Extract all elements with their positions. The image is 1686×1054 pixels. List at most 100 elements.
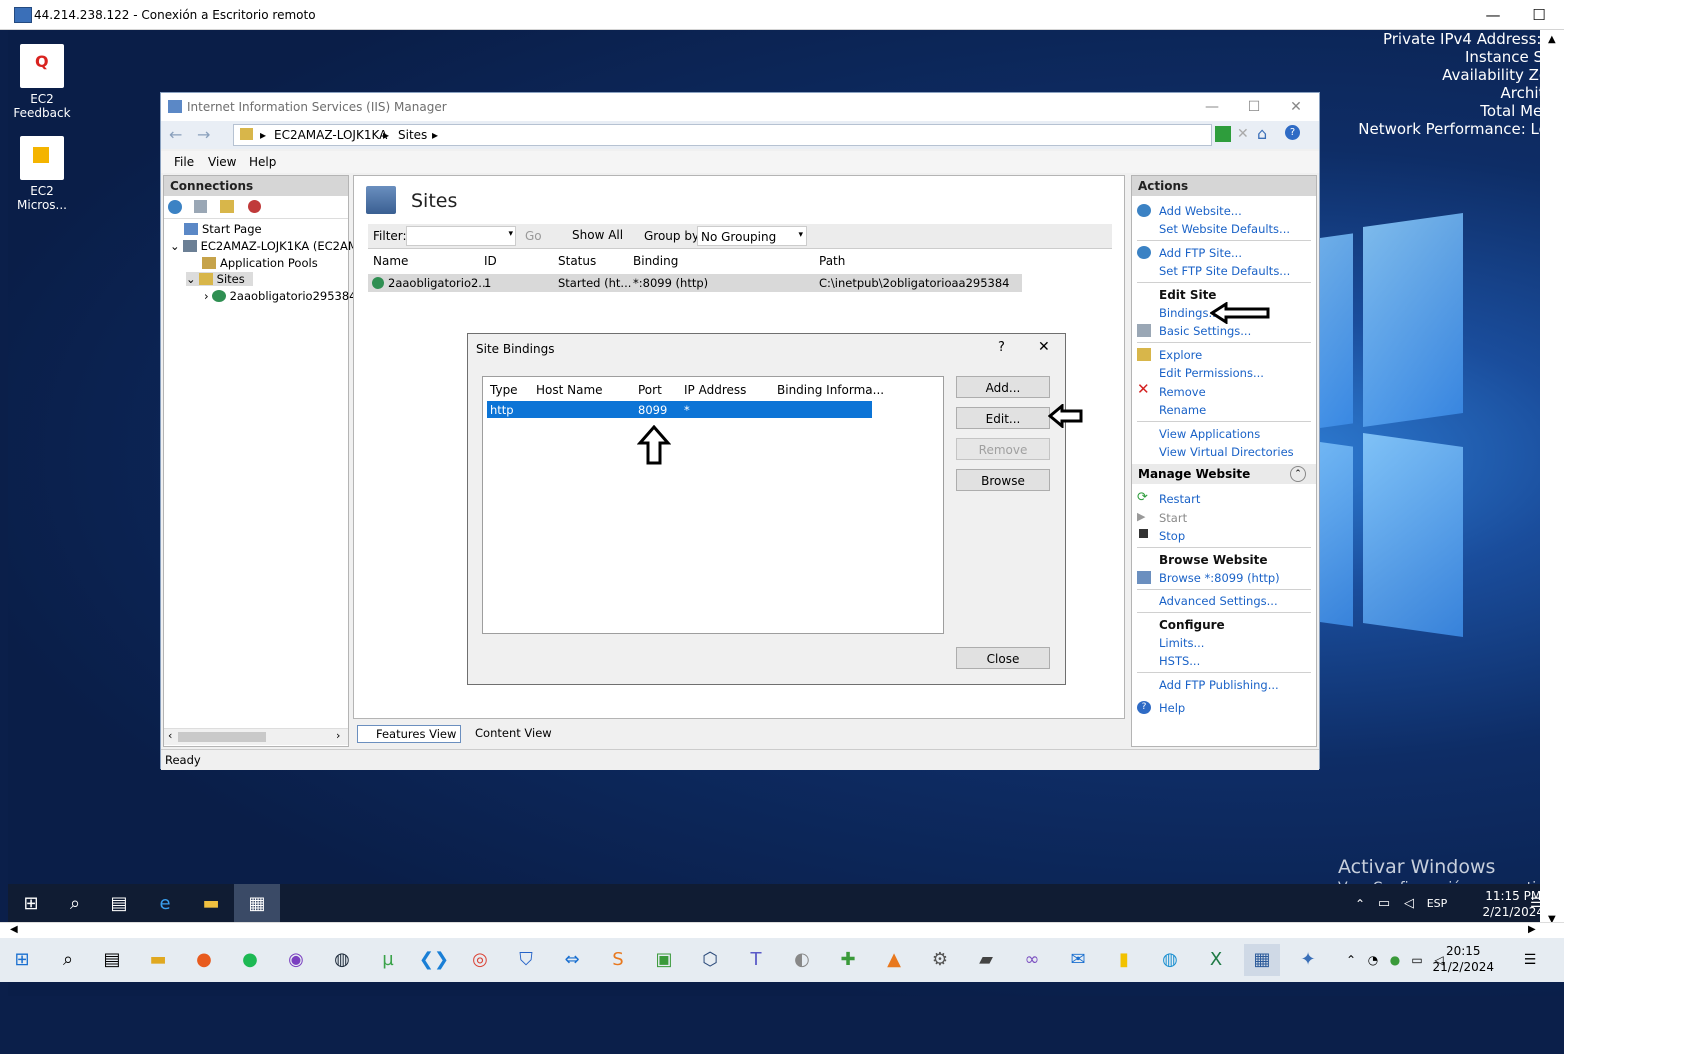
- edge-icon[interactable]: ◍: [1152, 944, 1188, 976]
- file-explorer-icon[interactable]: ▬: [188, 884, 234, 924]
- tray-app-icon[interactable]: ◔: [1364, 944, 1382, 976]
- sublime-icon[interactable]: S: [600, 944, 636, 976]
- chevron-down-icon[interactable]: ⌄: [186, 272, 196, 286]
- language-indicator[interactable]: ESP: [1422, 884, 1452, 924]
- browser-icon[interactable]: ◐: [784, 944, 820, 976]
- menu-file[interactable]: File: [174, 155, 194, 169]
- back-arrow-icon[interactable]: ←: [169, 125, 182, 144]
- action-view-applications[interactable]: View Applications: [1159, 427, 1260, 441]
- excel-icon[interactable]: X: [1198, 944, 1234, 976]
- remove-binding-button[interactable]: Remove: [956, 438, 1050, 460]
- go-button[interactable]: Go: [525, 229, 542, 243]
- sticky-notes-icon[interactable]: ▮: [1106, 944, 1142, 976]
- internet-explorer-icon[interactable]: e: [142, 884, 188, 924]
- gear-icon[interactable]: ⚙: [922, 944, 958, 976]
- shield-icon[interactable]: ⛉: [508, 944, 544, 976]
- disconnect-icon[interactable]: [248, 200, 261, 213]
- stop-icon[interactable]: ✕: [1237, 126, 1249, 142]
- tree-site[interactable]: › 2aaobligatorio295384: [204, 289, 357, 303]
- rdp-maximize-button[interactable]: ☐: [1516, 0, 1562, 30]
- scroll-left-icon[interactable]: ◀: [10, 924, 18, 935]
- app-icon[interactable]: ▲: [876, 944, 912, 976]
- refresh-icon[interactable]: [1215, 126, 1231, 142]
- action-set-website-defaults[interactable]: Set Website Defaults...: [1159, 222, 1290, 236]
- desktop-icon-ec2-feedback[interactable]: Q EC2 Feedback: [12, 44, 72, 120]
- up-folder-icon[interactable]: [220, 200, 234, 213]
- chrome-icon[interactable]: ◎: [462, 944, 498, 976]
- action-add-ftp-site[interactable]: Add FTP Site...: [1159, 246, 1242, 260]
- rdp-minimize-button[interactable]: —: [1470, 0, 1516, 30]
- iis-manager-taskbar-icon[interactable]: ▦: [234, 884, 280, 924]
- action-start[interactable]: Start: [1159, 511, 1187, 525]
- tray-app-icon[interactable]: ●: [1386, 944, 1404, 976]
- col-binding[interactable]: Binding: [633, 254, 678, 268]
- browse-binding-button[interactable]: Browse: [956, 469, 1050, 491]
- filter-input[interactable]: ▾: [406, 226, 516, 246]
- show-all-button[interactable]: Show All: [572, 228, 623, 242]
- task-view-icon[interactable]: ▤: [96, 884, 142, 924]
- chevron-down-icon[interactable]: ⌄: [170, 239, 180, 253]
- iis-maximize-button[interactable]: ☐: [1233, 93, 1275, 121]
- breadcrumb-sites[interactable]: Sites: [398, 128, 427, 142]
- start-button[interactable]: ⊞: [4, 944, 40, 976]
- tree-application-pools[interactable]: Application Pools: [202, 256, 318, 270]
- action-add-website[interactable]: Add Website...: [1159, 204, 1242, 218]
- col-path[interactable]: Path: [819, 254, 845, 268]
- features-view-tab[interactable]: Features View: [357, 725, 462, 743]
- save-icon[interactable]: [194, 200, 207, 213]
- col-name[interactable]: Name: [373, 254, 408, 268]
- col-type[interactable]: Type: [490, 383, 518, 397]
- action-hsts[interactable]: HSTS...: [1159, 654, 1200, 668]
- action-view-virtual-directories[interactable]: View Virtual Directories: [1159, 445, 1294, 459]
- mail-icon[interactable]: ✉: [1060, 944, 1096, 976]
- scroll-right-icon[interactable]: ▶: [1528, 924, 1536, 935]
- tree-server[interactable]: ⌄ EC2AMAZ-LOJK1KA (EC2AMA: [170, 239, 366, 253]
- obs-icon[interactable]: ◉: [278, 944, 314, 976]
- help-icon[interactable]: ?: [1285, 125, 1300, 140]
- action-rename[interactable]: Rename: [1159, 403, 1206, 417]
- action-restart[interactable]: Restart: [1159, 492, 1200, 506]
- action-set-ftp-defaults[interactable]: Set FTP Site Defaults...: [1159, 264, 1290, 278]
- scroll-up-icon[interactable]: ▲: [1548, 34, 1556, 45]
- virtualbox-icon[interactable]: ⬡: [692, 944, 728, 976]
- action-help[interactable]: Help: [1159, 701, 1185, 715]
- action-edit-permissions[interactable]: Edit Permissions...: [1159, 366, 1264, 380]
- scroll-thumb[interactable]: [178, 732, 266, 742]
- spotify-icon[interactable]: ●: [232, 944, 268, 976]
- action-advanced-settings[interactable]: Advanced Settings...: [1159, 594, 1278, 608]
- search-icon[interactable]: ⌕: [52, 884, 98, 924]
- tray-chevron-icon[interactable]: ⌃: [1350, 884, 1370, 924]
- iis-minimize-button[interactable]: —: [1191, 93, 1233, 121]
- action-browse-http[interactable]: Browse *:8099 (http): [1159, 571, 1280, 585]
- vscode-icon[interactable]: ❮❯: [416, 944, 452, 976]
- table-row[interactable]: 2aaobligatorio2... 1 Started (ht... *:80…: [368, 274, 1022, 292]
- notepad-plus-icon[interactable]: ▣: [646, 944, 682, 976]
- forward-arrow-icon[interactable]: →: [197, 125, 210, 144]
- action-limits[interactable]: Limits...: [1159, 636, 1204, 650]
- menu-help[interactable]: Help: [249, 155, 276, 169]
- col-binding-info[interactable]: Binding Informa...: [777, 383, 884, 397]
- visual-studio-icon[interactable]: ∞: [1014, 944, 1050, 976]
- action-stop[interactable]: Stop: [1159, 529, 1185, 543]
- binding-row[interactable]: http 8099 *: [487, 401, 872, 418]
- col-id[interactable]: ID: [484, 254, 497, 268]
- start-button[interactable]: ⊞: [8, 884, 54, 924]
- desktop-icon-ec2-microsoft[interactable]: EC2 Micros...: [12, 136, 72, 212]
- local-clock[interactable]: 20:15 21/2/2024: [1432, 943, 1494, 975]
- home-icon[interactable]: ⌂: [1257, 124, 1267, 143]
- dialog-help-button[interactable]: ?: [998, 340, 1005, 355]
- col-status[interactable]: Status: [558, 254, 596, 268]
- rdp-hscrollbar[interactable]: ◀ ▶: [0, 922, 1564, 939]
- steam-icon[interactable]: ◍: [324, 944, 360, 976]
- close-dialog-button[interactable]: Close: [956, 647, 1050, 669]
- utorrent-icon[interactable]: µ: [370, 944, 406, 976]
- action-basic-settings[interactable]: Basic Settings...: [1159, 324, 1251, 338]
- collapse-icon[interactable]: ⌃: [1290, 466, 1306, 482]
- action-explore[interactable]: Explore: [1159, 348, 1202, 362]
- menu-view[interactable]: View: [208, 155, 236, 169]
- col-port[interactable]: Port: [638, 383, 662, 397]
- teams-icon[interactable]: T: [738, 944, 774, 976]
- action-add-ftp-publishing[interactable]: Add FTP Publishing...: [1159, 678, 1279, 692]
- iis-close-button[interactable]: ✕: [1275, 93, 1317, 121]
- notifications-icon[interactable]: ☰: [1518, 944, 1542, 976]
